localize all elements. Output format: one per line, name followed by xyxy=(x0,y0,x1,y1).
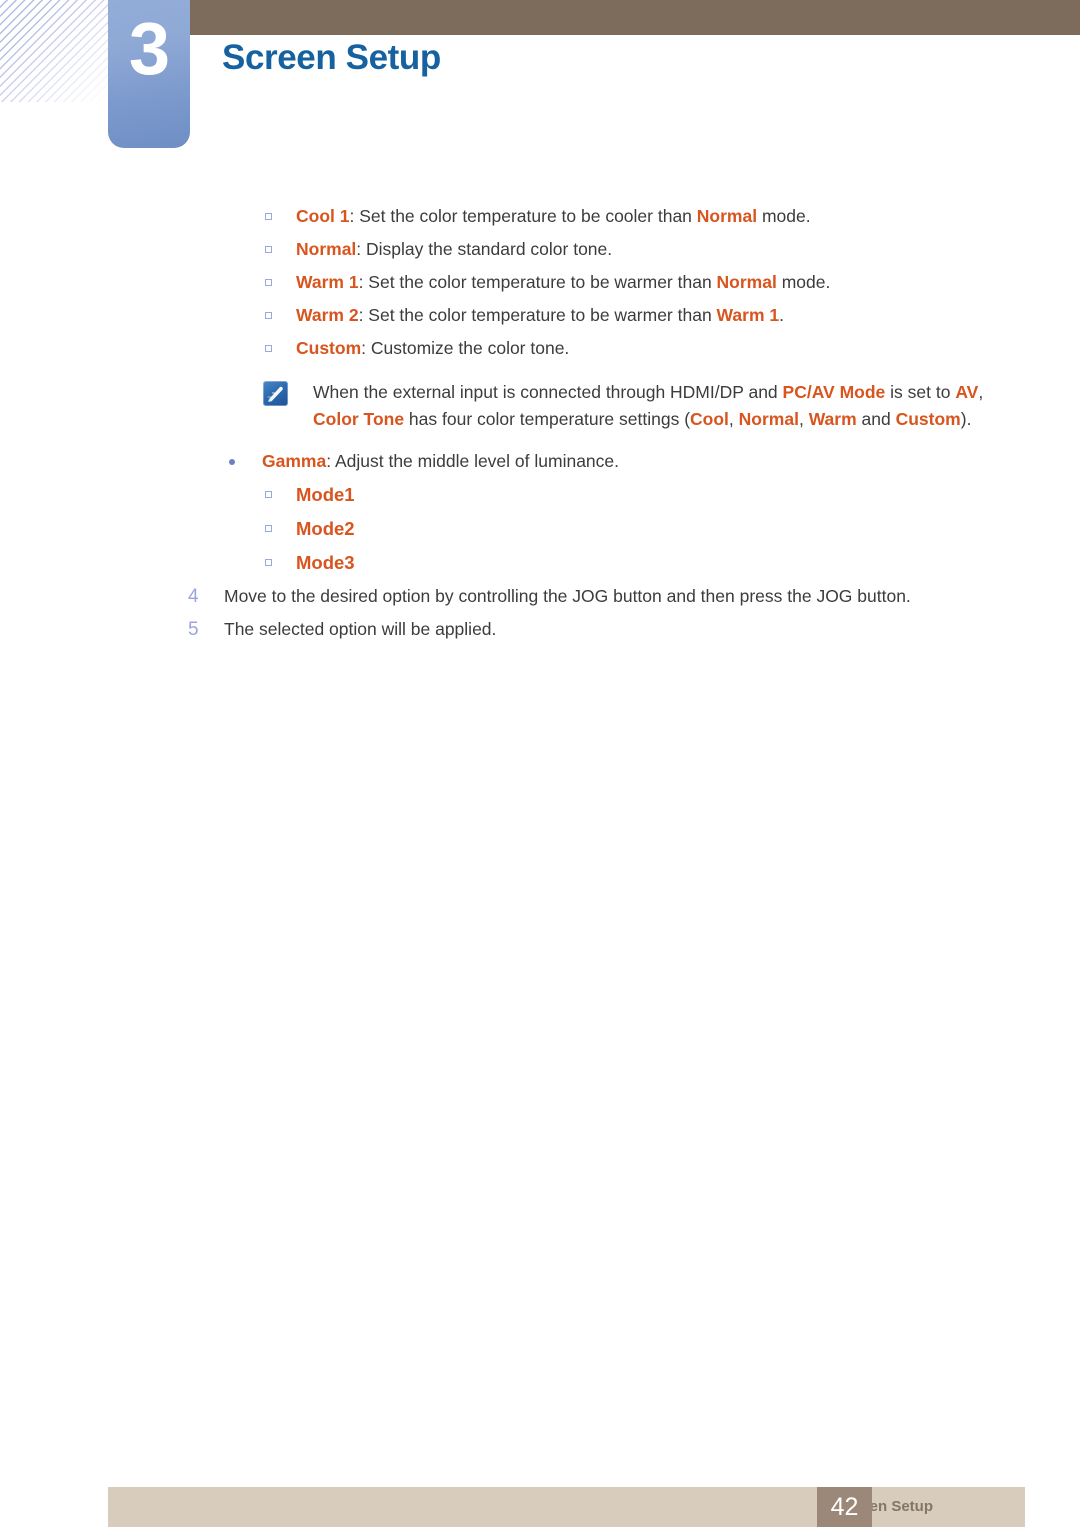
chapter-number: 3 xyxy=(128,7,170,90)
note-block: When the external input is connected thr… xyxy=(0,379,1080,433)
note-text: When the external input is connected thr… xyxy=(313,382,783,402)
square-bullet-icon xyxy=(265,312,272,319)
note-keyword: AV xyxy=(955,382,979,402)
note-text: ). xyxy=(960,409,972,429)
gamma-mode-label: Mode1 xyxy=(296,484,355,505)
step-number: 4 xyxy=(188,586,199,607)
list-item: Mode3 xyxy=(0,546,1080,580)
note-text: has four color temperature settings ( xyxy=(404,409,691,429)
square-bullet-icon xyxy=(265,491,272,498)
note-text: is set to xyxy=(885,382,956,402)
decorative-hatch-pattern xyxy=(0,0,108,102)
gamma-mode-label: Mode2 xyxy=(296,518,355,539)
note-keyword: Color Tone xyxy=(313,409,405,429)
step-text: The selected option will be applied. xyxy=(224,619,497,639)
note-line-2: Color Tone has four color temperature se… xyxy=(313,406,1080,433)
square-bullet-icon xyxy=(265,213,272,220)
option-desc: : Set the color temperature to be cooler… xyxy=(349,206,697,226)
option-label: Warm 2 xyxy=(296,305,359,325)
step-item: 4 Move to the desired option by controll… xyxy=(0,580,1080,613)
option-desc-tail: mode. xyxy=(757,206,811,226)
gamma-mode-label: Mode3 xyxy=(296,552,355,573)
note-keyword: PC/AV Mode xyxy=(782,382,886,402)
document-page: 3 Screen Setup Cool 1: Set the color tem… xyxy=(0,0,1080,1527)
note-line-1: When the external input is connected thr… xyxy=(313,379,1080,406)
square-bullet-icon xyxy=(265,525,272,532)
option-label: Cool 1 xyxy=(296,206,350,226)
page-number: 42 xyxy=(817,1487,872,1527)
note-pencil-icon xyxy=(263,381,288,406)
gamma-item: Gamma: Adjust the middle level of lumina… xyxy=(0,445,1080,478)
square-bullet-icon xyxy=(265,279,272,286)
option-desc-tail: mode. xyxy=(776,272,831,292)
gamma-desc: : Adjust the middle level of luminance. xyxy=(326,451,620,471)
chapter-tab: 3 xyxy=(108,0,190,148)
square-bullet-icon xyxy=(265,345,272,352)
note-text: , xyxy=(978,382,984,402)
header-brown-bar xyxy=(190,0,1080,35)
list-item: Warm 2: Set the color temperature to be … xyxy=(0,299,1080,332)
option-desc: : Set the color temperature to be warmer… xyxy=(358,272,717,292)
list-item: Cool 1: Set the color temperature to be … xyxy=(0,200,1080,233)
list-item: Mode1 xyxy=(0,478,1080,512)
list-item: Warm 1: Set the color temperature to be … xyxy=(0,266,1080,299)
list-item: Normal: Display the standard color tone. xyxy=(0,233,1080,266)
option-label: Warm 1 xyxy=(296,272,359,292)
step-item: 5 The selected option will be applied. xyxy=(0,613,1080,646)
note-text: and xyxy=(856,409,896,429)
square-bullet-icon xyxy=(265,559,272,566)
page-content: Cool 1: Set the color temperature to be … xyxy=(0,200,1080,646)
note-keyword: Warm xyxy=(808,409,857,429)
note-keyword: Normal xyxy=(738,409,799,429)
option-desc: : Display the standard color tone. xyxy=(356,239,613,259)
note-text: , xyxy=(728,409,739,429)
note-text: , xyxy=(798,409,809,429)
option-emphasis: Normal xyxy=(716,272,777,292)
option-desc-tail: . xyxy=(779,305,784,325)
option-desc: : Set the color temperature to be warmer… xyxy=(358,305,717,325)
note-keyword: Cool xyxy=(690,409,729,429)
step-list: 4 Move to the desired option by controll… xyxy=(0,580,1080,646)
footer-bar: 3 Screen Setup xyxy=(108,1487,1025,1527)
step-text: Move to the desired option by controllin… xyxy=(224,586,911,606)
gamma-mode-list: Mode1 Mode2 Mode3 xyxy=(0,478,1080,580)
note-keyword: Custom xyxy=(895,409,961,429)
list-item: Mode2 xyxy=(0,512,1080,546)
square-bullet-icon xyxy=(265,246,272,253)
color-tone-option-list: Cool 1: Set the color temperature to be … xyxy=(0,200,1080,365)
gamma-label: Gamma xyxy=(262,451,327,471)
step-number: 5 xyxy=(188,619,199,640)
option-label: Normal xyxy=(296,239,357,259)
page-title: Screen Setup xyxy=(222,38,441,77)
option-emphasis: Normal xyxy=(696,206,758,226)
round-bullet-icon xyxy=(229,459,235,465)
option-desc: : Customize the color tone. xyxy=(361,338,570,358)
option-emphasis: Warm 1 xyxy=(716,305,780,325)
list-item: Custom: Customize the color tone. xyxy=(0,332,1080,365)
option-label: Custom xyxy=(296,338,362,358)
